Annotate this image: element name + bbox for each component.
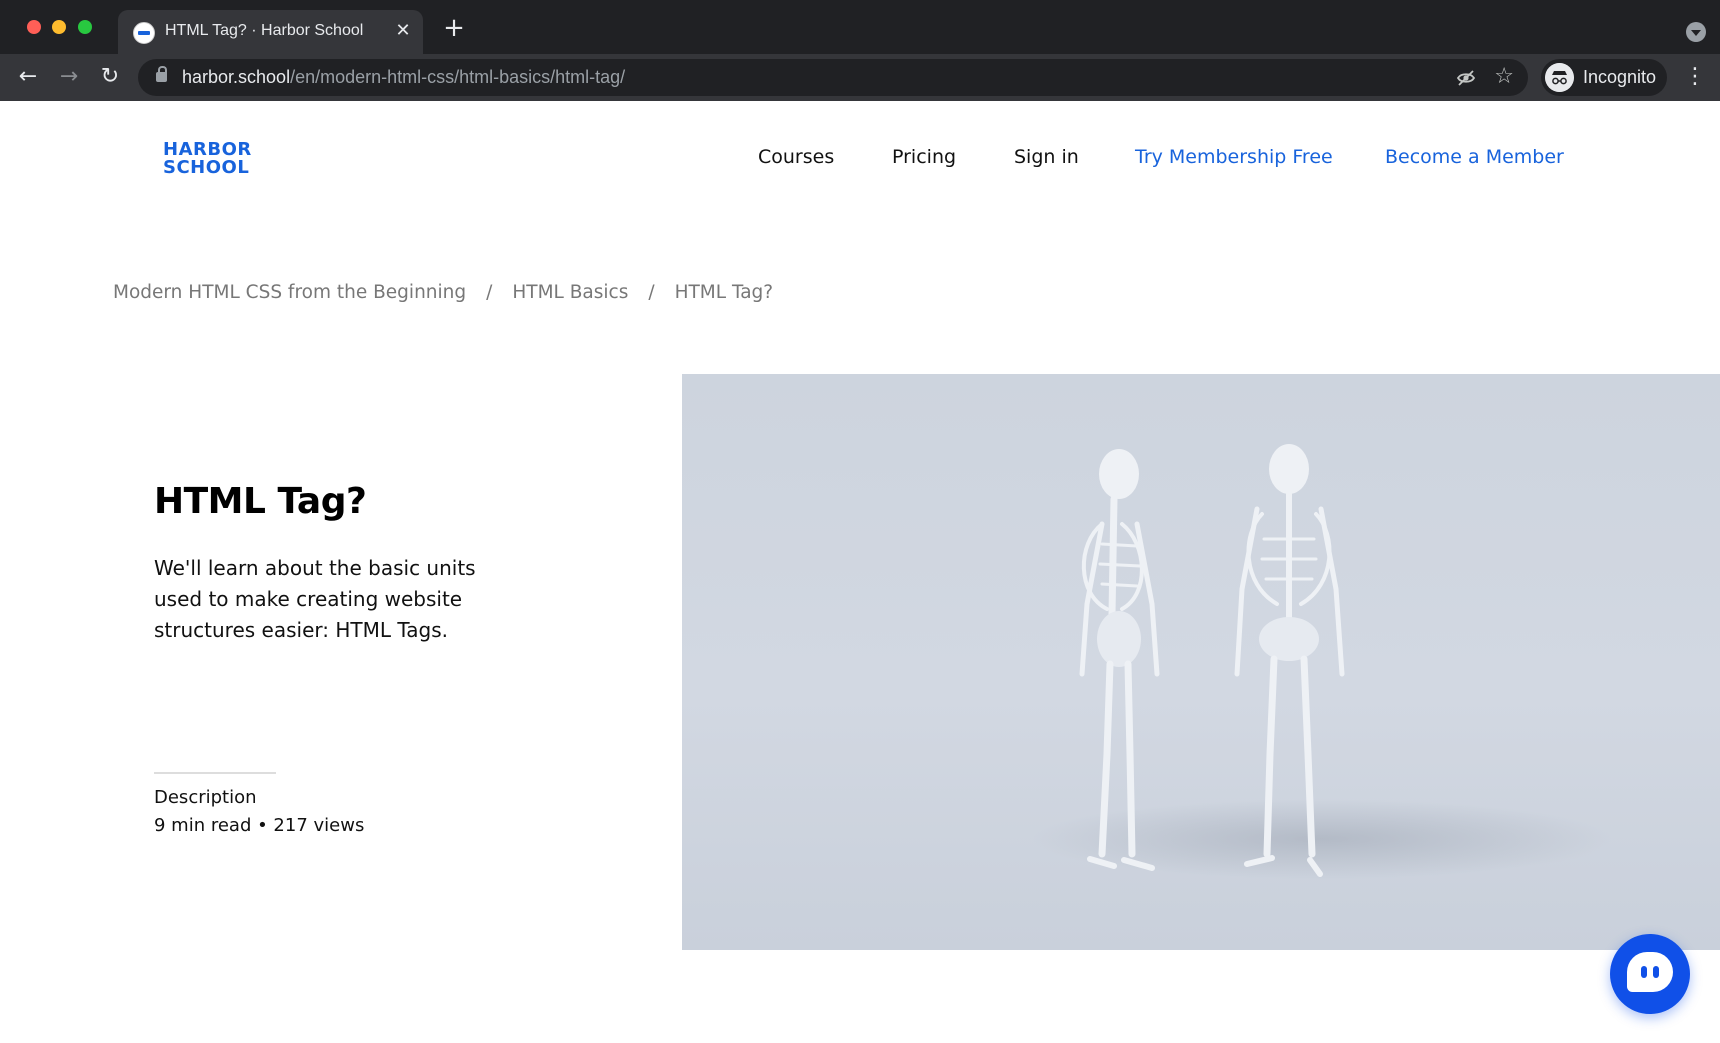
nav-try-membership-link[interactable]: Try Membership Free <box>1135 146 1333 168</box>
nav-become-member-link[interactable]: Become a Member <box>1385 146 1564 168</box>
url-path: /en/modern-html-css/html-basics/html-tag… <box>290 67 626 87</box>
page-title: HTML Tag? <box>154 481 367 522</box>
site-logo[interactable]: HARBOR SCHOOL <box>163 141 252 177</box>
new-tab-icon[interactable]: + <box>443 15 465 41</box>
browser-toolbar: ← → ↻ harbor.school/en/modern-html-css/h… <box>0 54 1720 101</box>
chat-button[interactable] <box>1610 934 1690 1014</box>
nav-pricing-link[interactable]: Pricing <box>892 146 956 168</box>
zoom-window-button[interactable] <box>78 20 92 34</box>
chat-icon <box>1627 952 1673 992</box>
close-window-button[interactable] <box>27 20 41 34</box>
browser-tab[interactable]: HTML Tag? · Harbor School ✕ <box>118 10 423 54</box>
url-text[interactable]: harbor.school/en/modern-html-css/html-ba… <box>182 67 625 88</box>
lock-icon[interactable] <box>156 66 167 82</box>
minimize-window-button[interactable] <box>52 20 66 34</box>
browser-tab-strip: HTML Tag? · Harbor School ✕ + <box>0 0 1720 54</box>
breadcrumb-section[interactable]: HTML Basics <box>512 282 628 303</box>
tab-title: HTML Tag? · Harbor School <box>165 22 364 39</box>
tab-search-icon[interactable] <box>1686 22 1706 42</box>
back-icon[interactable]: ← <box>14 63 42 91</box>
address-bar[interactable]: harbor.school/en/modern-html-css/html-ba… <box>138 59 1528 96</box>
nav-courses-link[interactable]: Courses <box>758 146 834 168</box>
meta-value: 9 min read • 217 views <box>154 815 365 836</box>
page-content: HARBOR SCHOOL Courses Pricing Sign in Tr… <box>0 101 1720 1043</box>
breadcrumb-course[interactable]: Modern HTML CSS from the Beginning <box>113 282 466 303</box>
breadcrumb-current: HTML Tag? <box>674 282 774 303</box>
star-icon[interactable]: ☆ <box>1494 65 1514 89</box>
reload-icon[interactable]: ↻ <box>96 63 124 91</box>
breadcrumb-separator: / <box>648 282 655 303</box>
breadcrumb-separator: / <box>486 282 493 303</box>
logo-line-2: SCHOOL <box>163 157 250 178</box>
nav-sign-in-link[interactable]: Sign in <box>1014 146 1079 168</box>
skeletons-illustration <box>1032 444 1612 879</box>
incognito-profile-button[interactable]: Incognito <box>1541 59 1667 96</box>
eye-off-icon[interactable] <box>1456 68 1476 88</box>
incognito-icon <box>1545 63 1574 92</box>
meta-label: Description <box>154 787 257 808</box>
breadcrumb: Modern HTML CSS from the Beginning / HTML … <box>113 282 773 303</box>
forward-icon[interactable]: → <box>55 63 83 91</box>
url-host: harbor.school <box>182 67 291 87</box>
divider <box>154 772 276 774</box>
tab-close-icon[interactable]: ✕ <box>393 21 413 41</box>
lesson-description: We'll learn about the basic units used t… <box>154 556 476 642</box>
incognito-label: Incognito <box>1583 67 1657 87</box>
menu-icon[interactable]: ⋮ <box>1684 62 1706 92</box>
hero-image <box>682 374 1720 950</box>
favicon-icon <box>133 22 155 44</box>
